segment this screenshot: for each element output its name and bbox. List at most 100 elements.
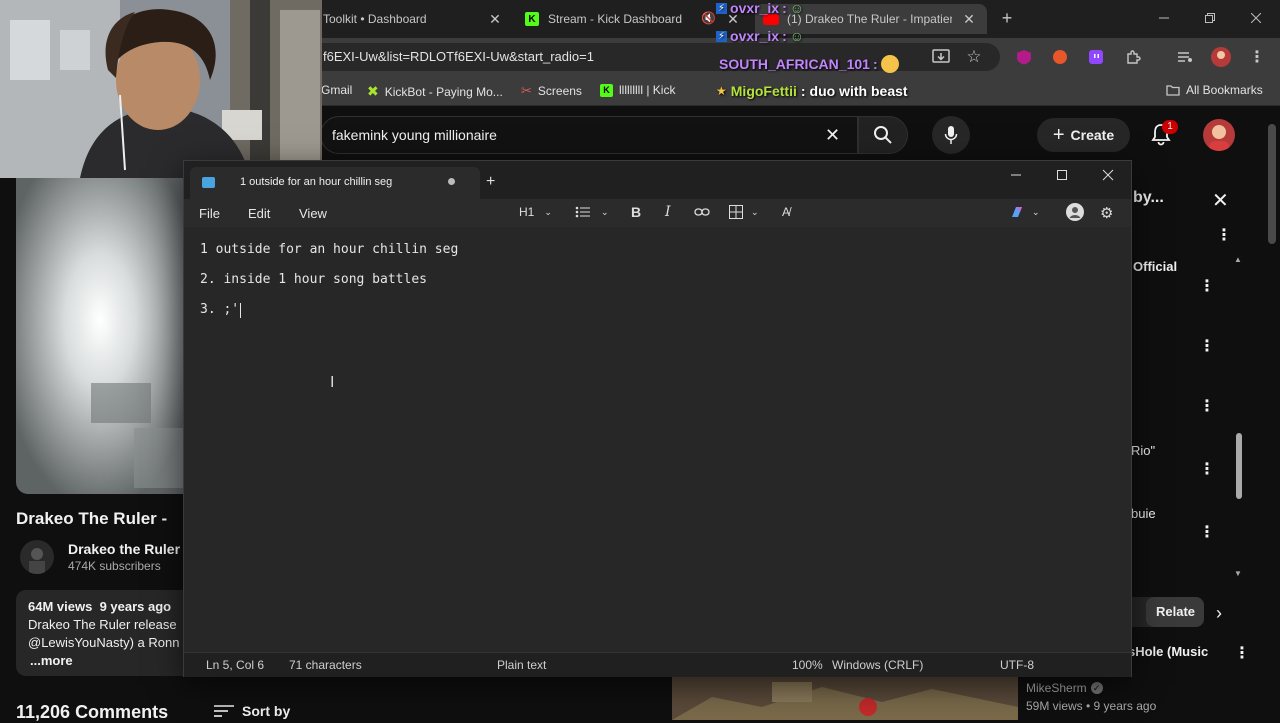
bookmark-gmail[interactable]: Gmail: [321, 83, 352, 97]
new-tab-button[interactable]: +: [998, 9, 1016, 27]
italic-icon[interactable]: I: [665, 204, 671, 220]
panel-scrollbar-thumb[interactable]: [1236, 433, 1242, 499]
subscriber-count: 474K subscribers: [68, 559, 161, 573]
link-icon[interactable]: [694, 206, 710, 218]
channel-name-label: MikeSherm: [1026, 681, 1087, 695]
clear-formatting-icon[interactable]: A̸: [782, 205, 790, 219]
kick-logo-icon: K: [600, 83, 613, 97]
account-icon[interactable]: [1066, 203, 1084, 221]
chevron-down-icon: ⌄: [544, 206, 552, 217]
bookmark-kickbot[interactable]: ✖ KickBot - Paying Mo...: [367, 83, 503, 100]
extensions-puzzle-icon[interactable]: [1122, 46, 1144, 68]
chat-text: duo with beast: [809, 83, 908, 99]
browser-menu-icon[interactable]: ⋮: [1246, 46, 1268, 68]
menu-file[interactable]: File: [199, 206, 220, 221]
bookmark-star-icon[interactable]: ☆: [963, 46, 985, 68]
voice-search-button[interactable]: [932, 116, 970, 154]
line-ending[interactable]: Windows (CRLF): [832, 658, 923, 672]
ublock-extension-icon[interactable]: [1013, 46, 1035, 68]
restore-button[interactable]: [1187, 0, 1233, 36]
more-options-icon[interactable]: ⋮: [1216, 225, 1232, 245]
sort-comments-button[interactable]: Sort by: [214, 703, 290, 719]
notifications-button[interactable]: 1: [1150, 120, 1178, 146]
bookmark-screens[interactable]: ✂ Screens: [521, 83, 582, 99]
notepad-close-button[interactable]: [1100, 167, 1116, 183]
more-options-icon[interactable]: ⋮: [1199, 459, 1215, 479]
description-line: @LewisYouNasty) a Ronn: [28, 635, 180, 650]
url-text[interactable]: f6EXI-Uw&list=RDLOTf6EXI-Uw&start_radio=…: [323, 49, 594, 64]
muted-speaker-icon[interactable]: 🔇: [701, 11, 716, 25]
kickbot-icon: ✖: [367, 83, 379, 99]
media-controls-icon[interactable]: [1174, 46, 1196, 68]
chat-message: SOUTH_AFRICAN_101 :: [719, 55, 899, 73]
tab-toolkit-dashboard[interactable]: Toolkit • Dashboard ✕: [315, 4, 510, 34]
notepad-maximize-button[interactable]: [1054, 167, 1070, 183]
settings-gear-icon[interactable]: ⚙: [1100, 204, 1113, 222]
description-box[interactable]: 64M views 9 years ago Drakeo The Ruler r…: [16, 590, 184, 676]
bookmark-kick[interactable]: K lllllllll | Kick: [600, 83, 675, 97]
close-panel-icon[interactable]: ✕: [1212, 188, 1229, 213]
bold-icon[interactable]: B: [631, 204, 641, 220]
new-notepad-tab-button[interactable]: +: [486, 174, 495, 190]
recommended-thumbnail[interactable]: [672, 677, 1018, 720]
bookmark-label: KickBot - Paying Mo...: [384, 84, 503, 99]
create-button[interactable]: + Create: [1037, 118, 1130, 152]
playlist-item-title[interactable]: buie: [1131, 506, 1156, 521]
more-options-icon[interactable]: ⋮: [1199, 276, 1215, 296]
playlist-item-title[interactable]: Rio": [1131, 443, 1155, 458]
youtube-search-input[interactable]: fakemink young millionaire ✕: [320, 116, 858, 154]
tab-label: Toolkit • Dashboard: [323, 12, 427, 26]
notepad-text-area[interactable]: 1 outside for an hour chillin seg 2. ins…: [184, 227, 1131, 652]
table-dropdown[interactable]: ⌄: [729, 205, 759, 219]
copilot-icon: [1012, 207, 1022, 217]
scroll-up-icon[interactable]: ▲: [1234, 255, 1244, 264]
notepad-minimize-button[interactable]: [1008, 167, 1024, 183]
page-scrollbar-thumb[interactable]: [1268, 124, 1276, 244]
profile-avatar-icon[interactable]: [1210, 46, 1232, 68]
verified-icon: ✓: [1090, 682, 1103, 694]
search-icon: [874, 126, 892, 144]
folder-icon: [1166, 85, 1180, 96]
menu-view[interactable]: View: [299, 206, 327, 221]
close-icon[interactable]: ✕: [961, 11, 977, 27]
scroll-down-icon[interactable]: ▼: [1234, 569, 1244, 578]
account-avatar[interactable]: [1203, 119, 1235, 151]
upload-age: 9 years ago: [99, 599, 172, 614]
more-options-icon[interactable]: ⋮: [1199, 522, 1215, 542]
chevron-right-icon[interactable]: ›: [1216, 603, 1222, 624]
playlist-item-title[interactable]: Official: [1133, 259, 1177, 274]
video-player[interactable]: [16, 178, 184, 494]
encoding[interactable]: UTF-8: [1000, 658, 1034, 672]
channel-name[interactable]: Drakeo the Ruler: [68, 541, 182, 557]
chip-related[interactable]: Relate: [1146, 597, 1204, 627]
close-icon[interactable]: ✕: [487, 11, 503, 27]
copilot-dropdown[interactable]: ⌄: [1010, 205, 1040, 219]
heading-dropdown[interactable]: H1 ⌄: [519, 205, 552, 219]
more-options-icon[interactable]: ⋮: [1199, 396, 1215, 416]
zoom-level[interactable]: 100%: [792, 658, 823, 672]
extension-icon[interactable]: [1049, 46, 1071, 68]
text-line: 2. inside 1 hour song battles: [200, 272, 427, 287]
twitch-extension-icon[interactable]: [1085, 46, 1107, 68]
youtube-search-button[interactable]: [858, 116, 908, 154]
notepad-tab[interactable]: 1 outside for an hour chillin seg: [190, 167, 480, 199]
tab-kick-dashboard[interactable]: K Stream - Kick Dashboard 🔇 ✕: [515, 4, 750, 34]
recommended-title[interactable]: sHole (Music: [1128, 644, 1208, 659]
list-dropdown[interactable]: ⌄: [575, 205, 609, 219]
more-link[interactable]: ...more: [30, 653, 73, 668]
text-line: 1 outside for an hour chillin seg: [200, 242, 459, 257]
all-bookmarks-button[interactable]: All Bookmarks: [1166, 83, 1263, 97]
unsaved-dot-icon[interactable]: [448, 178, 455, 185]
format-indicator[interactable]: Plain text: [497, 658, 546, 672]
minimize-button[interactable]: [1141, 0, 1187, 36]
install-app-icon[interactable]: [930, 46, 952, 68]
menu-edit[interactable]: Edit: [248, 206, 270, 221]
close-window-button[interactable]: [1233, 0, 1279, 36]
tab-label: (1) Drakeo The Ruler - Impatien: [787, 12, 952, 26]
clear-search-icon[interactable]: ✕: [825, 125, 840, 146]
channel-avatar[interactable]: [20, 540, 54, 574]
more-options-icon[interactable]: ⋮: [1234, 643, 1250, 663]
search-query: fakemink young millionaire: [332, 127, 497, 143]
recommended-channel[interactable]: MikeSherm ✓: [1026, 681, 1103, 695]
more-options-icon[interactable]: ⋮: [1199, 336, 1215, 356]
